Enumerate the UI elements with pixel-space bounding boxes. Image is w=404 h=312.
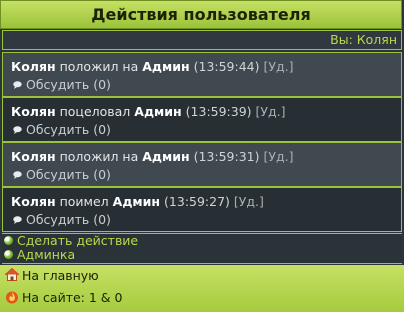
action-post: Колян положил на Админ (13:59:31) [Уд.] …	[2, 142, 402, 187]
comment-bubble-icon	[13, 170, 22, 179]
bullet-dot-icon	[4, 236, 13, 245]
comment-bubble-icon	[13, 125, 22, 134]
discuss-link[interactable]: Обсудить	[26, 77, 89, 92]
post-actor-link[interactable]: Колян	[11, 194, 56, 209]
post-action-text: положил на	[59, 59, 139, 74]
comment-count: (0)	[93, 212, 111, 227]
comment-count: (0)	[93, 122, 111, 137]
post-time: (13:59:27)	[164, 194, 230, 209]
make-action-link[interactable]: Сделать действие	[17, 233, 138, 248]
footer: На главную На сайте: 1 & 0	[0, 265, 404, 312]
current-user-link[interactable]: Колян	[357, 32, 397, 47]
post-actor-link[interactable]: Колян	[11, 59, 56, 74]
action-post: Колян поимел Админ (13:59:27) [Уд.] Обсу…	[2, 187, 402, 232]
comment-bubble-icon	[13, 215, 22, 224]
post-time: (13:59:31)	[193, 149, 260, 164]
post-action-text: положил на	[59, 149, 139, 164]
post-time: (13:59:39)	[185, 104, 252, 119]
comment-count: (0)	[93, 167, 111, 182]
online-count: На сайте: 1 & 0	[22, 290, 123, 305]
current-user-label: Вы:	[330, 32, 353, 47]
post-target-link[interactable]: Админ	[142, 59, 189, 74]
post-actor-link[interactable]: Колян	[11, 149, 56, 164]
delete-post-link[interactable]: [Уд.]	[264, 59, 294, 74]
current-user-bar: Вы: Колян	[2, 30, 402, 50]
comment-bubble-icon	[13, 80, 22, 89]
post-actor-link[interactable]: Колян	[11, 104, 56, 119]
post-action-text: поимел	[59, 194, 109, 209]
home-icon	[4, 267, 20, 281]
post-target-link[interactable]: Админ	[134, 104, 181, 119]
post-target-link[interactable]: Админ	[113, 194, 160, 209]
discuss-link[interactable]: Обсудить	[26, 167, 89, 182]
bullet-dot-icon	[4, 250, 13, 259]
comment-count: (0)	[93, 77, 111, 92]
post-action-text: поцеловал	[59, 104, 131, 119]
admin-panel-link[interactable]: Админка	[17, 247, 75, 262]
action-links: Сделать действие Админка	[2, 233, 402, 264]
post-target-link[interactable]: Админ	[142, 149, 189, 164]
home-link[interactable]: На главную	[22, 268, 99, 283]
action-post: Колян положил на Админ (13:59:44) [Уд.] …	[2, 52, 402, 97]
delete-post-link[interactable]: [Уд.]	[264, 149, 294, 164]
discuss-link[interactable]: Обсудить	[26, 122, 89, 137]
discuss-link[interactable]: Обсудить	[26, 212, 89, 227]
action-post: Колян поцеловал Админ (13:59:39) [Уд.] О…	[2, 97, 402, 142]
delete-post-link[interactable]: [Уд.]	[234, 194, 264, 209]
page-title: Действия пользователя	[0, 0, 402, 29]
online-fire-icon	[6, 291, 18, 303]
delete-post-link[interactable]: [Уд.]	[256, 104, 286, 119]
post-time: (13:59:44)	[193, 59, 260, 74]
